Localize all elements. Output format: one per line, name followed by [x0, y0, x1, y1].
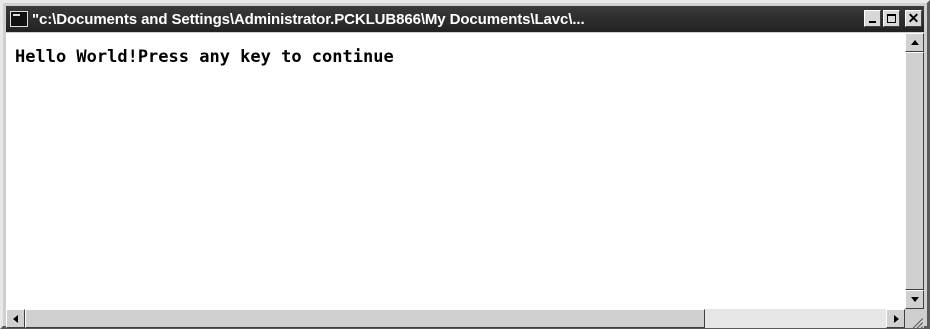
vertical-scrollbar[interactable]	[905, 33, 924, 309]
title-bar[interactable]: "c:\Documents and Settings\Administrator…	[6, 6, 924, 32]
arrow-right-icon	[894, 315, 899, 323]
scroll-left-button[interactable]	[6, 309, 25, 328]
console-window: "c:\Documents and Settings\Administrator…	[0, 0, 930, 329]
maximize-button[interactable]	[883, 10, 900, 27]
console-icon[interactable]	[10, 11, 28, 27]
minimize-button[interactable]	[864, 10, 881, 27]
horizontal-scrollbar[interactable]	[6, 309, 905, 328]
scroll-right-button[interactable]	[886, 309, 905, 328]
console-output-text: Hello World!Press any key to continue	[15, 47, 394, 67]
arrow-left-icon	[13, 315, 18, 323]
window-title: "c:\Documents and Settings\Administrator…	[32, 10, 585, 28]
horizontal-scroll-thumb[interactable]	[25, 309, 705, 328]
console-output-area[interactable]: Hello World!Press any key to continue	[6, 33, 905, 309]
scroll-up-button[interactable]	[905, 33, 924, 52]
close-button[interactable]: ✕	[905, 10, 922, 27]
window-controls: ✕	[864, 10, 922, 27]
arrow-down-icon	[911, 297, 919, 302]
resize-grip-icon[interactable]	[905, 309, 924, 328]
scroll-down-button[interactable]	[905, 290, 924, 309]
arrow-up-icon	[911, 40, 919, 45]
vertical-scroll-thumb[interactable]	[905, 52, 924, 290]
